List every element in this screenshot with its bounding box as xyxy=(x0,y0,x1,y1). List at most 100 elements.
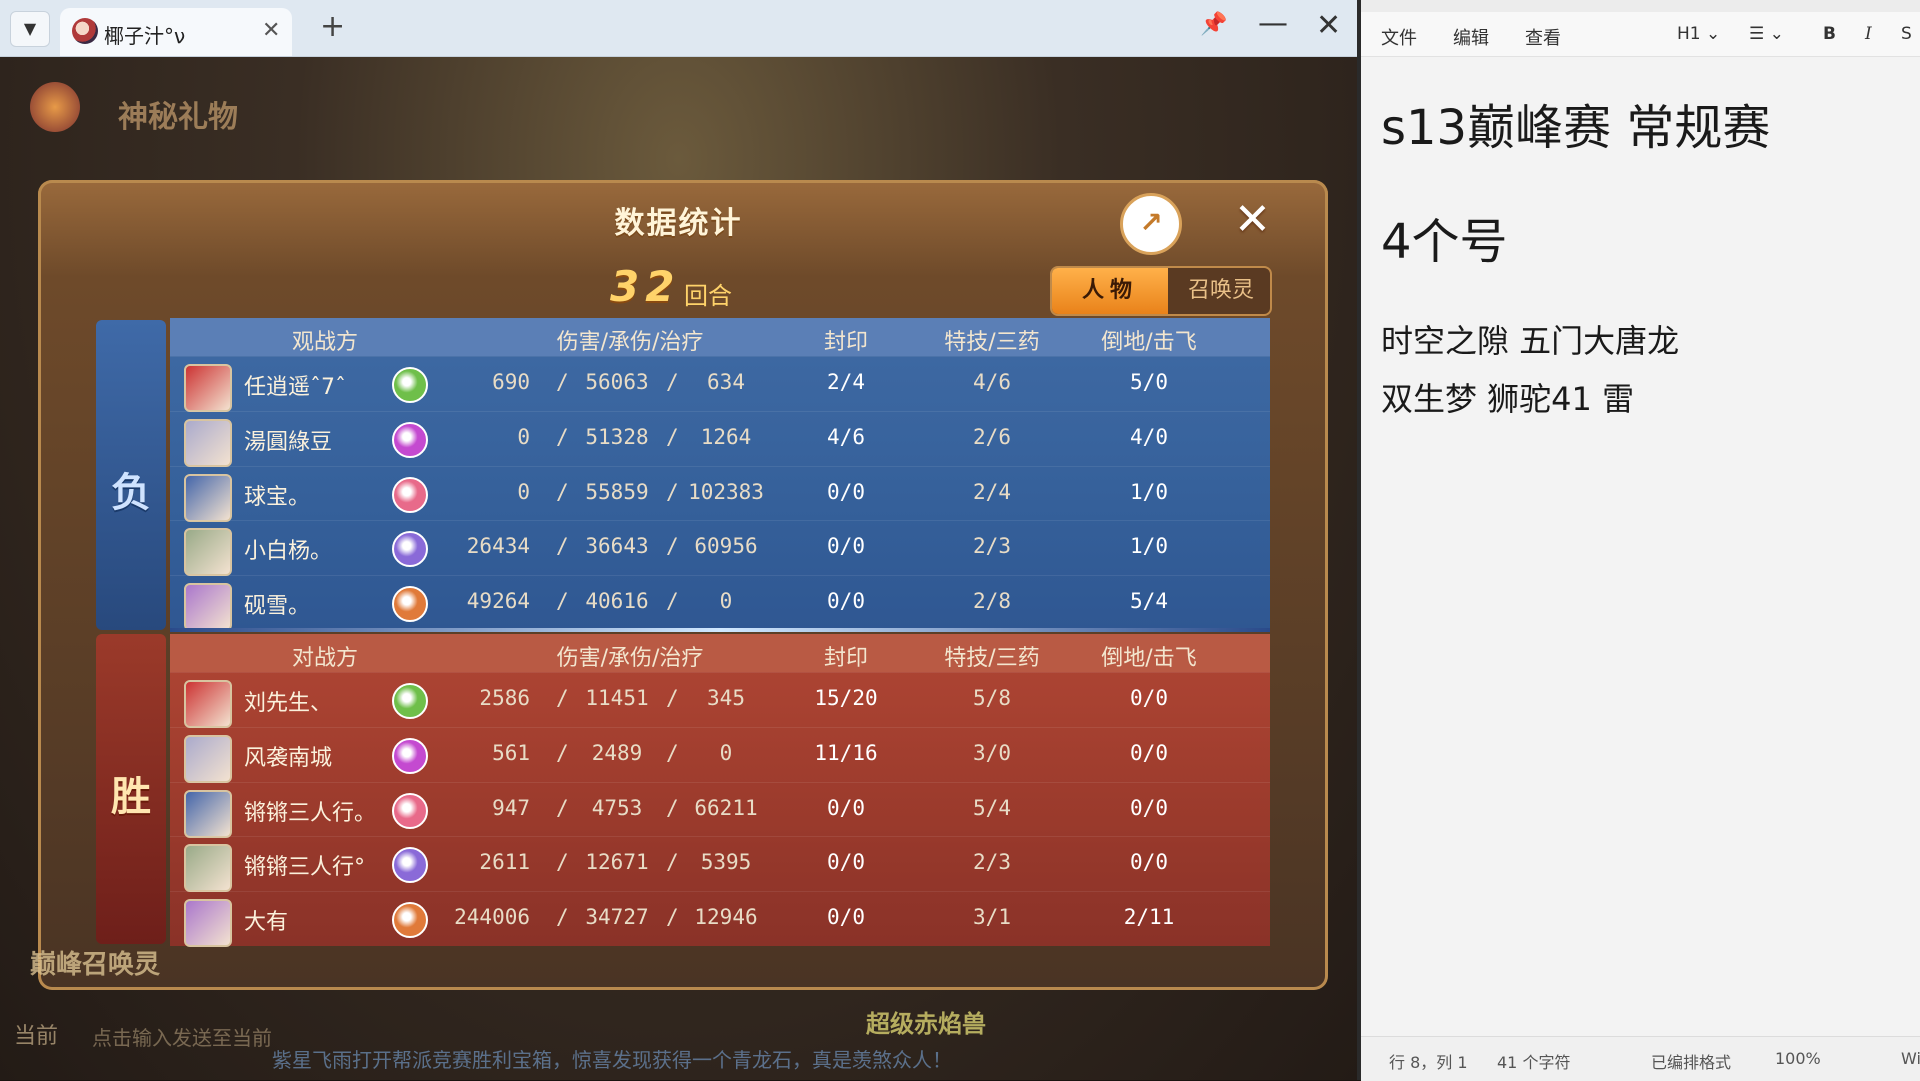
menu-edit[interactable]: 编辑 xyxy=(1453,24,1489,50)
heal-value: 5395 xyxy=(700,850,752,875)
ko-value: 2/11 xyxy=(1123,905,1175,930)
tab-close-icon[interactable]: ✕ xyxy=(262,18,280,43)
tab-list-dropdown-button[interactable]: ▼ xyxy=(10,11,50,47)
cursor-position: 行 8，列 1 xyxy=(1389,1053,1468,1072)
menu-view[interactable]: 查看 xyxy=(1525,24,1561,50)
skill-value: 5/4 xyxy=(973,795,1011,820)
skill-value: 2/8 xyxy=(973,589,1011,614)
player-avatar[interactable] xyxy=(184,418,232,467)
chat-input-hint[interactable]: 点击输入发送至当前 xyxy=(92,1022,272,1051)
lose-label: 负 xyxy=(111,470,151,516)
editor-statusbar: 行 8，列 1 41 个字符 已编排格式 100% Wi xyxy=(1361,1036,1920,1081)
sect-icon xyxy=(392,683,428,719)
ko-value: 0/0 xyxy=(1130,740,1168,765)
char-count: 41 个字符 xyxy=(1497,1053,1571,1072)
skill-value: 4/6 xyxy=(973,370,1011,394)
separator: / xyxy=(556,686,569,710)
minimize-icon[interactable]: — xyxy=(1258,6,1288,41)
bold-button[interactable]: B xyxy=(1823,24,1836,44)
player-avatar[interactable] xyxy=(184,680,232,728)
col-dmg: 伤害/承伤/治疗 xyxy=(556,646,704,671)
pin-icon[interactable]: 📌 xyxy=(1200,12,1227,37)
seal-value: 0/0 xyxy=(827,534,865,559)
damage-value: 26434 xyxy=(466,534,530,559)
sect-icon xyxy=(392,531,428,568)
new-tab-icon[interactable]: + xyxy=(320,10,345,44)
tab-character[interactable]: 人物 xyxy=(1052,268,1168,314)
player-avatar[interactable] xyxy=(184,844,232,893)
ko-value: 5/4 xyxy=(1130,589,1168,614)
damage-value: 244006 xyxy=(454,905,530,930)
table-row: 任逍遥ˆ7ˆ 690/56063/634 2/4 4/6 5/0 xyxy=(170,356,1270,412)
tab-avatar-icon xyxy=(72,18,98,44)
taken-value: 4753 xyxy=(591,795,643,820)
taken-value: 36643 xyxy=(585,534,649,559)
round-unit: 回合 xyxy=(684,282,732,310)
player-avatar[interactable] xyxy=(184,473,232,522)
italic-button[interactable]: I xyxy=(1865,24,1872,44)
player-name: 锵锵三人行。 xyxy=(244,800,377,826)
divider xyxy=(170,628,1270,632)
sect-icon xyxy=(392,737,428,774)
col-seal: 封印 xyxy=(823,330,868,355)
browser-tab[interactable]: 椰子汁°ν ✕ xyxy=(60,8,292,56)
doc-heading-1: s13巅峰赛 常规赛 xyxy=(1381,100,1771,156)
bottom-tag: 巅峰召唤灵 xyxy=(30,950,161,980)
player-name: 锵锵三人行° xyxy=(244,855,366,881)
list-dropdown[interactable]: ☰ ⌄ xyxy=(1749,24,1784,44)
sect-icon xyxy=(392,367,428,403)
tab-summon[interactable]: 召唤灵 xyxy=(1172,268,1270,314)
skill-value: 2/3 xyxy=(973,534,1011,559)
seal-value: 0/0 xyxy=(827,589,865,614)
table-row: 大有 244006/34727/12946 0/0 3/1 2/11 xyxy=(170,891,1270,948)
taken-value: 2489 xyxy=(591,740,643,765)
taken-value: 34727 xyxy=(585,905,649,930)
seal-value: 2/4 xyxy=(827,370,865,394)
skill-value: 2/6 xyxy=(973,424,1011,449)
player-avatar[interactable] xyxy=(184,528,232,577)
zoom-level[interactable]: 100% xyxy=(1775,1049,1821,1068)
table-row: 球宝。 0/55859/102383 0/0 2/4 1/0 xyxy=(170,465,1270,522)
share-icon: ↗ xyxy=(1139,206,1163,239)
separator: / xyxy=(556,534,569,559)
heading-dropdown[interactable]: H1 ⌄ xyxy=(1677,24,1720,44)
player-avatar[interactable] xyxy=(184,789,232,838)
ko-value: 1/0 xyxy=(1130,479,1168,504)
seal-value: 0/0 xyxy=(827,905,865,930)
modal-close-icon[interactable]: ✕ xyxy=(1234,194,1271,245)
ko-value: 1/0 xyxy=(1130,534,1168,559)
sect-icon xyxy=(392,792,428,829)
encoding-status: Wi xyxy=(1901,1049,1920,1068)
seal-value: 0/0 xyxy=(827,795,865,820)
taken-value: 55859 xyxy=(585,479,649,504)
heal-value: 60956 xyxy=(694,534,758,559)
heal-value: 12946 xyxy=(694,905,758,930)
separator: / xyxy=(556,370,569,394)
separator: / xyxy=(556,850,569,875)
seal-value: 11/16 xyxy=(814,740,878,765)
player-avatar[interactable] xyxy=(184,734,232,783)
skill-value: 3/0 xyxy=(973,740,1011,765)
player-avatar[interactable] xyxy=(184,364,232,412)
taken-value: 11451 xyxy=(585,686,649,710)
separator: / xyxy=(556,795,569,820)
damage-value: 0 xyxy=(517,479,530,504)
damage-value: 947 xyxy=(492,795,530,820)
skill-value: 3/1 xyxy=(973,905,1011,930)
menu-file[interactable]: 文件 xyxy=(1381,24,1417,50)
skill-value: 2/4 xyxy=(973,479,1011,504)
player-avatar[interactable] xyxy=(184,899,232,948)
share-button[interactable]: ↗ xyxy=(1120,193,1182,255)
skill-value: 2/3 xyxy=(973,850,1011,875)
chat-channel[interactable]: 当前 xyxy=(14,1018,58,1050)
format-status[interactable]: 已编排格式 xyxy=(1651,1049,1731,1073)
heal-value: 102383 xyxy=(688,479,764,504)
col-side: 观战方 xyxy=(291,330,358,355)
taken-value: 56063 xyxy=(585,370,649,394)
player-avatar[interactable] xyxy=(184,583,232,632)
separator: / xyxy=(556,424,569,449)
strike-button[interactable]: S xyxy=(1901,24,1912,44)
gift-icon[interactable] xyxy=(30,82,80,132)
close-window-icon[interactable]: ✕ xyxy=(1316,8,1341,43)
player-name: 大有 xyxy=(244,910,289,936)
